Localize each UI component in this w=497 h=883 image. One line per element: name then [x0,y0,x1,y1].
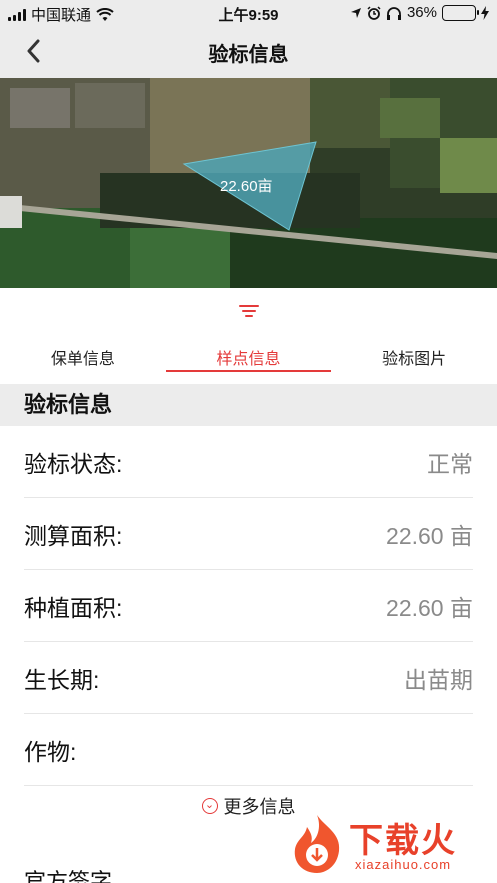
tab-sample-info[interactable]: 样点信息 [165,330,332,376]
tab-bar: 保单信息 样点信息 验标图片 [0,330,497,376]
row-label: 测算面积: [24,522,123,549]
info-list: 验标状态: 正常 测算面积: 22.60 亩 种植面积: 22.60 亩 生长期… [0,426,497,786]
more-info-label: 更多信息 [223,797,296,817]
satellite-map[interactable]: 22.60亩 [0,78,497,288]
status-right: 36% [350,4,489,21]
filter-lines-icon [238,305,259,317]
info-row-growth-stage: 生长期: 出苗期 [24,642,473,714]
drawer-handle[interactable] [0,288,497,330]
row-value: 出苗期 [404,666,473,693]
info-row-planted-area: 种植面积: 22.60 亩 [24,570,473,642]
row-label: 种植面积: [24,594,123,621]
charging-bolt-icon [481,5,489,20]
plot-area-label: 22.60亩 [220,178,273,195]
alarm-icon [367,5,381,20]
info-row-status: 验标状态: 正常 [24,426,473,498]
location-arrow-icon [350,7,361,18]
flame-logo-icon [294,815,340,873]
battery-percent: 36% [406,4,437,21]
watermark: 下载火 xiazaihuo.com [289,813,489,877]
watermark-brand: 下载火 [349,822,457,860]
section-title: 验标信息 [0,384,497,426]
watermark-url: xiazaihuo.com [355,857,452,872]
row-label: 验标状态: [24,450,123,477]
row-value: 22.60 亩 [386,594,473,621]
battery-icon [442,4,479,21]
row-value: 正常 [427,450,473,477]
tab-inspection-photos[interactable]: 验标图片 [331,330,497,376]
row-label: 生长期: [24,666,100,693]
status-bar: 中国联通 上午9:59 36% [0,0,497,26]
info-row-measured-area: 测算面积: 22.60 亩 [24,498,473,570]
headphones-icon [386,6,401,20]
navigation-bar: 验标信息 [0,26,497,78]
row-value: 22.60 亩 [386,522,473,549]
tab-policy-info[interactable]: 保单信息 [0,330,166,376]
next-section-title: 官方签字 [24,869,113,883]
page-title: 验标信息 [208,44,289,66]
info-row-crop: 作物: [24,714,473,786]
row-label: 作物: [24,738,77,765]
chevron-down-circle-icon: ⌄ [201,798,218,814]
